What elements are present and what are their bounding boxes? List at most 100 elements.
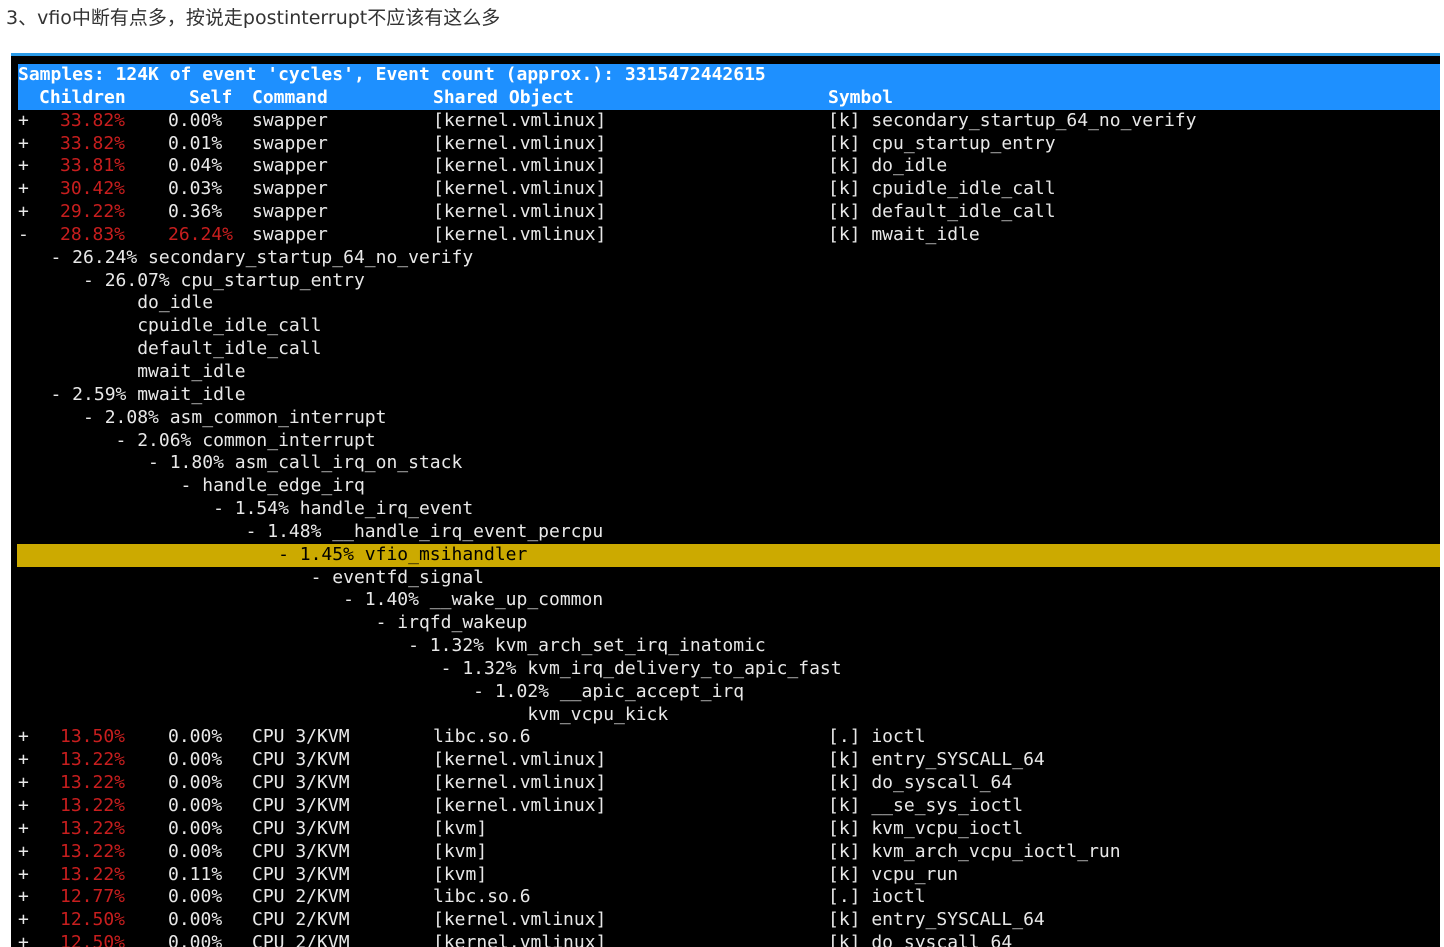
children-percent: 13.22% — [60, 840, 126, 862]
perf-entry-row[interactable]: +13.22% 0.00% CPU 3/KVM [kvm] [k] kvm_vcpu_i… — [18, 818, 1440, 841]
children-percent: 13.22% — [60, 863, 126, 885]
command-name: CPU 2/KVM — [252, 932, 350, 947]
expand-toggle[interactable]: - — [18, 224, 29, 247]
perf-entry-row[interactable]: - 28.83% 26.24% swapper [kernel.vmlinux] [k] … — [18, 224, 1440, 247]
perf-entry-row[interactable]: +29.22% 0.36% swapper [kernel.vmlinux] [k] d… — [18, 201, 1440, 224]
perf-entry-row[interactable]: +13.22% 0.00% CPU 3/KVM [kvm] [k] kvm_arch_v… — [18, 841, 1440, 864]
symbol-name: [k] kvm_vcpu_ioctl — [828, 817, 1024, 839]
perf-entry-row[interactable]: +13.22% 0.00% CPU 3/KVM [kernel.vmlinux] [k]… — [18, 795, 1440, 818]
col-shared-object-header[interactable]: Shared Object — [433, 87, 574, 110]
expand-toggle[interactable]: + — [18, 864, 29, 887]
expand-toggle[interactable]: + — [18, 110, 29, 133]
expand-toggle[interactable]: + — [18, 201, 29, 224]
symbol-name: [k] do_syscall_64 — [828, 772, 1013, 794]
expand-toggle[interactable]: + — [18, 178, 29, 201]
callchain-line[interactable]: - 2.08% asm_common_interrupt — [18, 407, 1440, 430]
symbol-name: [k] do_idle — [828, 155, 948, 177]
perf-entry-row[interactable]: +33.82% 0.00% swapper [kernel.vmlinux] [k] s… — [18, 110, 1440, 133]
expand-toggle[interactable]: + — [18, 909, 29, 932]
command-name: CPU 3/KVM — [252, 749, 350, 771]
callchain-line[interactable]: - handle_edge_irq — [18, 475, 1440, 498]
callchain-line[interactable]: - 1.40% __wake_up_common — [18, 589, 1440, 612]
shared-object: [kernel.vmlinux] — [433, 178, 607, 200]
shared-object: [kernel.vmlinux] — [433, 749, 607, 771]
symbol-name: [k] mwait_idle — [828, 223, 980, 245]
expand-toggle[interactable]: + — [18, 726, 29, 749]
shared-object: [kvm] — [433, 817, 488, 839]
expand-toggle[interactable]: + — [18, 133, 29, 156]
children-percent: 33.82% — [60, 132, 126, 154]
callchain-line[interactable]: - 26.24% secondary_startup_64_no_verify — [18, 247, 1440, 270]
bottom-entries: +13.50% 0.00% CPU 3/KVM libc.so.6 [.] ioctl +… — [18, 726, 1440, 947]
perf-entry-row[interactable]: +30.42% 0.03% swapper [kernel.vmlinux] [k] c… — [18, 178, 1440, 201]
perf-entry-row[interactable]: +12.77% 0.00% CPU 2/KVM libc.so.6 [.] ioctl — [18, 886, 1440, 909]
callchain-line[interactable]: - 1.32% kvm_arch_set_irq_inatomic — [18, 635, 1440, 658]
callchain-line[interactable]: do_idle — [18, 292, 1440, 315]
command-name: swapper — [252, 132, 328, 154]
perf-entry-row[interactable]: +13.50% 0.00% CPU 3/KVM libc.so.6 [.] ioctl — [18, 726, 1440, 749]
callchain-line[interactable]: - 1.80% asm_call_irq_on_stack — [18, 452, 1440, 475]
self-percent: 0.00% — [168, 840, 223, 862]
perf-entry-row[interactable]: +12.50% 0.00% CPU 2/KVM [kernel.vmlinux] [k]… — [18, 909, 1440, 932]
expand-toggle[interactable]: + — [18, 749, 29, 772]
callchain-line[interactable]: - 26.07% cpu_startup_entry — [18, 270, 1440, 293]
callchain-line[interactable]: cpuidle_idle_call — [18, 315, 1440, 338]
callchain-line[interactable]: - 1.54% handle_irq_event — [18, 498, 1440, 521]
col-command-header[interactable]: Command — [252, 87, 328, 110]
children-percent: 13.50% — [60, 726, 126, 748]
symbol-name: [k] default_idle_call — [828, 201, 1056, 223]
command-name: swapper — [252, 178, 328, 200]
selected-callchain-line[interactable]: - 1.45% vfio_msihandler — [17, 543, 1440, 567]
expand-toggle[interactable]: + — [18, 818, 29, 841]
symbol-name: [k] cpu_startup_entry — [828, 132, 1056, 154]
col-children-header[interactable]: Children — [39, 87, 126, 110]
self-percent: 0.00% — [168, 726, 223, 748]
callchain-line[interactable]: mwait_idle — [18, 361, 1440, 384]
shared-object: [kernel.vmlinux] — [433, 795, 607, 816]
symbol-name: [k] entry_SYSCALL_64 — [828, 909, 1045, 931]
perf-entry-row[interactable]: +33.82% 0.01% swapper [kernel.vmlinux] [k] c… — [18, 133, 1440, 156]
perf-entry-row[interactable]: +13.22% 0.00% CPU 3/KVM [kernel.vmlinux] [k]… — [18, 772, 1440, 795]
symbol-name: [k] vcpu_run — [828, 863, 959, 885]
command-name: CPU 2/KVM — [252, 909, 350, 931]
callchain-line[interactable]: - 1.48% __handle_irq_event_percpu — [18, 521, 1440, 544]
callchain-line[interactable]: - 1.02% __apic_accept_irq — [18, 681, 1440, 704]
perf-entry-row[interactable]: +12.50% 0.00% CPU 2/KVM [kernel.vmlinux] [k]… — [18, 932, 1440, 947]
symbol-name: [.] ioctl — [828, 726, 926, 748]
shared-object: [kernel.vmlinux] — [433, 932, 607, 947]
self-percent: 0.01% — [168, 132, 223, 154]
command-name: swapper — [252, 155, 328, 177]
symbol-name: [.] ioctl — [828, 886, 926, 908]
shared-object: [kernel.vmlinux] — [433, 772, 607, 794]
expand-toggle[interactable]: + — [18, 932, 29, 947]
column-header-row: Children Self Command Shared Object Symb… — [18, 86, 1440, 110]
perf-entry-row[interactable]: +13.22% 0.00% CPU 3/KVM [kernel.vmlinux] [k]… — [18, 749, 1440, 772]
symbol-name: [k] kvm_arch_vcpu_ioctl_run — [828, 840, 1121, 862]
callchain-line[interactable]: - irqfd_wakeup — [18, 612, 1440, 635]
expand-toggle[interactable]: + — [18, 795, 29, 818]
command-name: CPU 3/KVM — [252, 772, 350, 794]
col-self-header[interactable]: Self — [189, 87, 232, 110]
symbol-name: [k] __se_sys_ioctl — [828, 795, 1024, 816]
shared-object: libc.so.6 — [433, 726, 531, 748]
callchain-line[interactable]: kvm_vcpu_kick — [18, 704, 1440, 727]
perf-entry-row[interactable]: +33.81% 0.04% swapper [kernel.vmlinux] [k] d… — [18, 155, 1440, 178]
article-heading: 3、vfio中断有点多，按说走postinterrupt不应该有这么多 — [6, 7, 501, 29]
expand-toggle[interactable]: + — [18, 841, 29, 864]
command-name: CPU 3/KVM — [252, 726, 350, 748]
perf-entry-row[interactable]: +13.22% 0.11% CPU 3/KVM [kvm] [k] vcpu_run — [18, 864, 1440, 887]
self-percent: 0.03% — [168, 178, 223, 200]
shared-object: libc.so.6 — [433, 886, 531, 908]
children-percent: 29.22% — [60, 201, 126, 223]
expand-toggle[interactable]: + — [18, 886, 29, 909]
expand-toggle[interactable]: + — [18, 155, 29, 178]
self-percent: 0.11% — [168, 863, 223, 885]
callchain-line[interactable]: default_idle_call — [18, 338, 1440, 361]
col-symbol-header[interactable]: Symbol — [828, 87, 893, 110]
perf-summary-bar: Samples: 124K of event 'cycles', Event c… — [18, 64, 1440, 87]
callchain-line[interactable]: - 2.59% mwait_idle — [18, 384, 1440, 407]
callchain-line[interactable]: - eventfd_signal — [18, 567, 1440, 590]
expand-toggle[interactable]: + — [18, 772, 29, 795]
callchain-line[interactable]: - 2.06% common_interrupt — [18, 430, 1440, 453]
callchain-line[interactable]: - 1.32% kvm_irq_delivery_to_apic_fast — [18, 658, 1440, 681]
